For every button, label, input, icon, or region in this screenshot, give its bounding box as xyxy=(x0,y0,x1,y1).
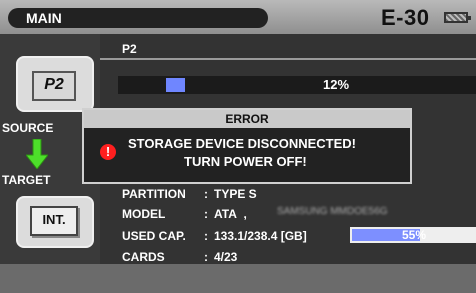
error-dialog: ERROR ! STORAGE DEVICE DISCONNECTED! TUR… xyxy=(82,108,412,184)
source-button[interactable]: P2 xyxy=(16,56,94,112)
dialog-title: ERROR xyxy=(84,110,410,128)
error-icon: ! xyxy=(100,144,116,160)
model-comma: , xyxy=(236,207,247,221)
target-button[interactable]: INT. xyxy=(16,196,94,248)
source-label: SOURCE xyxy=(2,121,54,135)
main-tab-label: MAIN xyxy=(26,10,62,26)
separator-colon: : xyxy=(204,187,208,201)
separator-colon: : xyxy=(204,229,208,243)
error-message-line2: TURN POWER OFF! xyxy=(184,154,307,169)
partition-row: PARTITION: TYPE S xyxy=(122,187,257,201)
partition-value: TYPE S xyxy=(214,187,257,201)
main-tab[interactable]: MAIN xyxy=(8,8,268,28)
top-header: MAIN E-30 xyxy=(0,0,476,34)
model-serial-blurred: SAMSUNG MMDOE56G xyxy=(277,206,388,217)
down-arrow-icon xyxy=(26,139,48,169)
used-value: 133.1/238.4 [GB] xyxy=(214,229,307,243)
partition-key: PARTITION xyxy=(122,187,186,201)
device-label: P2 xyxy=(122,42,137,56)
copy-progress-bar: 12% xyxy=(118,76,476,94)
model-key: MODEL xyxy=(122,207,166,221)
cards-key: CARDS xyxy=(122,250,165,264)
battery-icon xyxy=(444,12,471,23)
device-model: E-30 xyxy=(381,5,430,30)
divider xyxy=(100,58,476,60)
used-capacity-row: USED CAP.:133.1/238.4 [GB] xyxy=(122,229,307,243)
model-row: MODEL: ATA , xyxy=(122,207,247,221)
separator-colon: : xyxy=(204,207,208,221)
capacity-text: 55% xyxy=(402,228,427,242)
error-message-line1: STORAGE DEVICE DISCONNECTED! xyxy=(128,136,357,151)
model-value: ATA xyxy=(214,207,237,221)
internal-storage-icon: INT. xyxy=(30,206,78,236)
target-label: TARGET xyxy=(2,173,51,187)
status-bar xyxy=(0,264,476,293)
p2-card-icon: P2 xyxy=(32,71,76,101)
used-key: USED CAP. xyxy=(122,229,186,243)
separator-colon: : xyxy=(204,250,208,264)
copy-progress-fill xyxy=(166,78,185,92)
capacity-bar: 55% xyxy=(350,227,476,243)
copy-progress-text: 12% xyxy=(323,77,350,92)
cards-row: CARDS:4/23 xyxy=(122,250,237,264)
cards-value: 4/23 xyxy=(214,250,238,264)
